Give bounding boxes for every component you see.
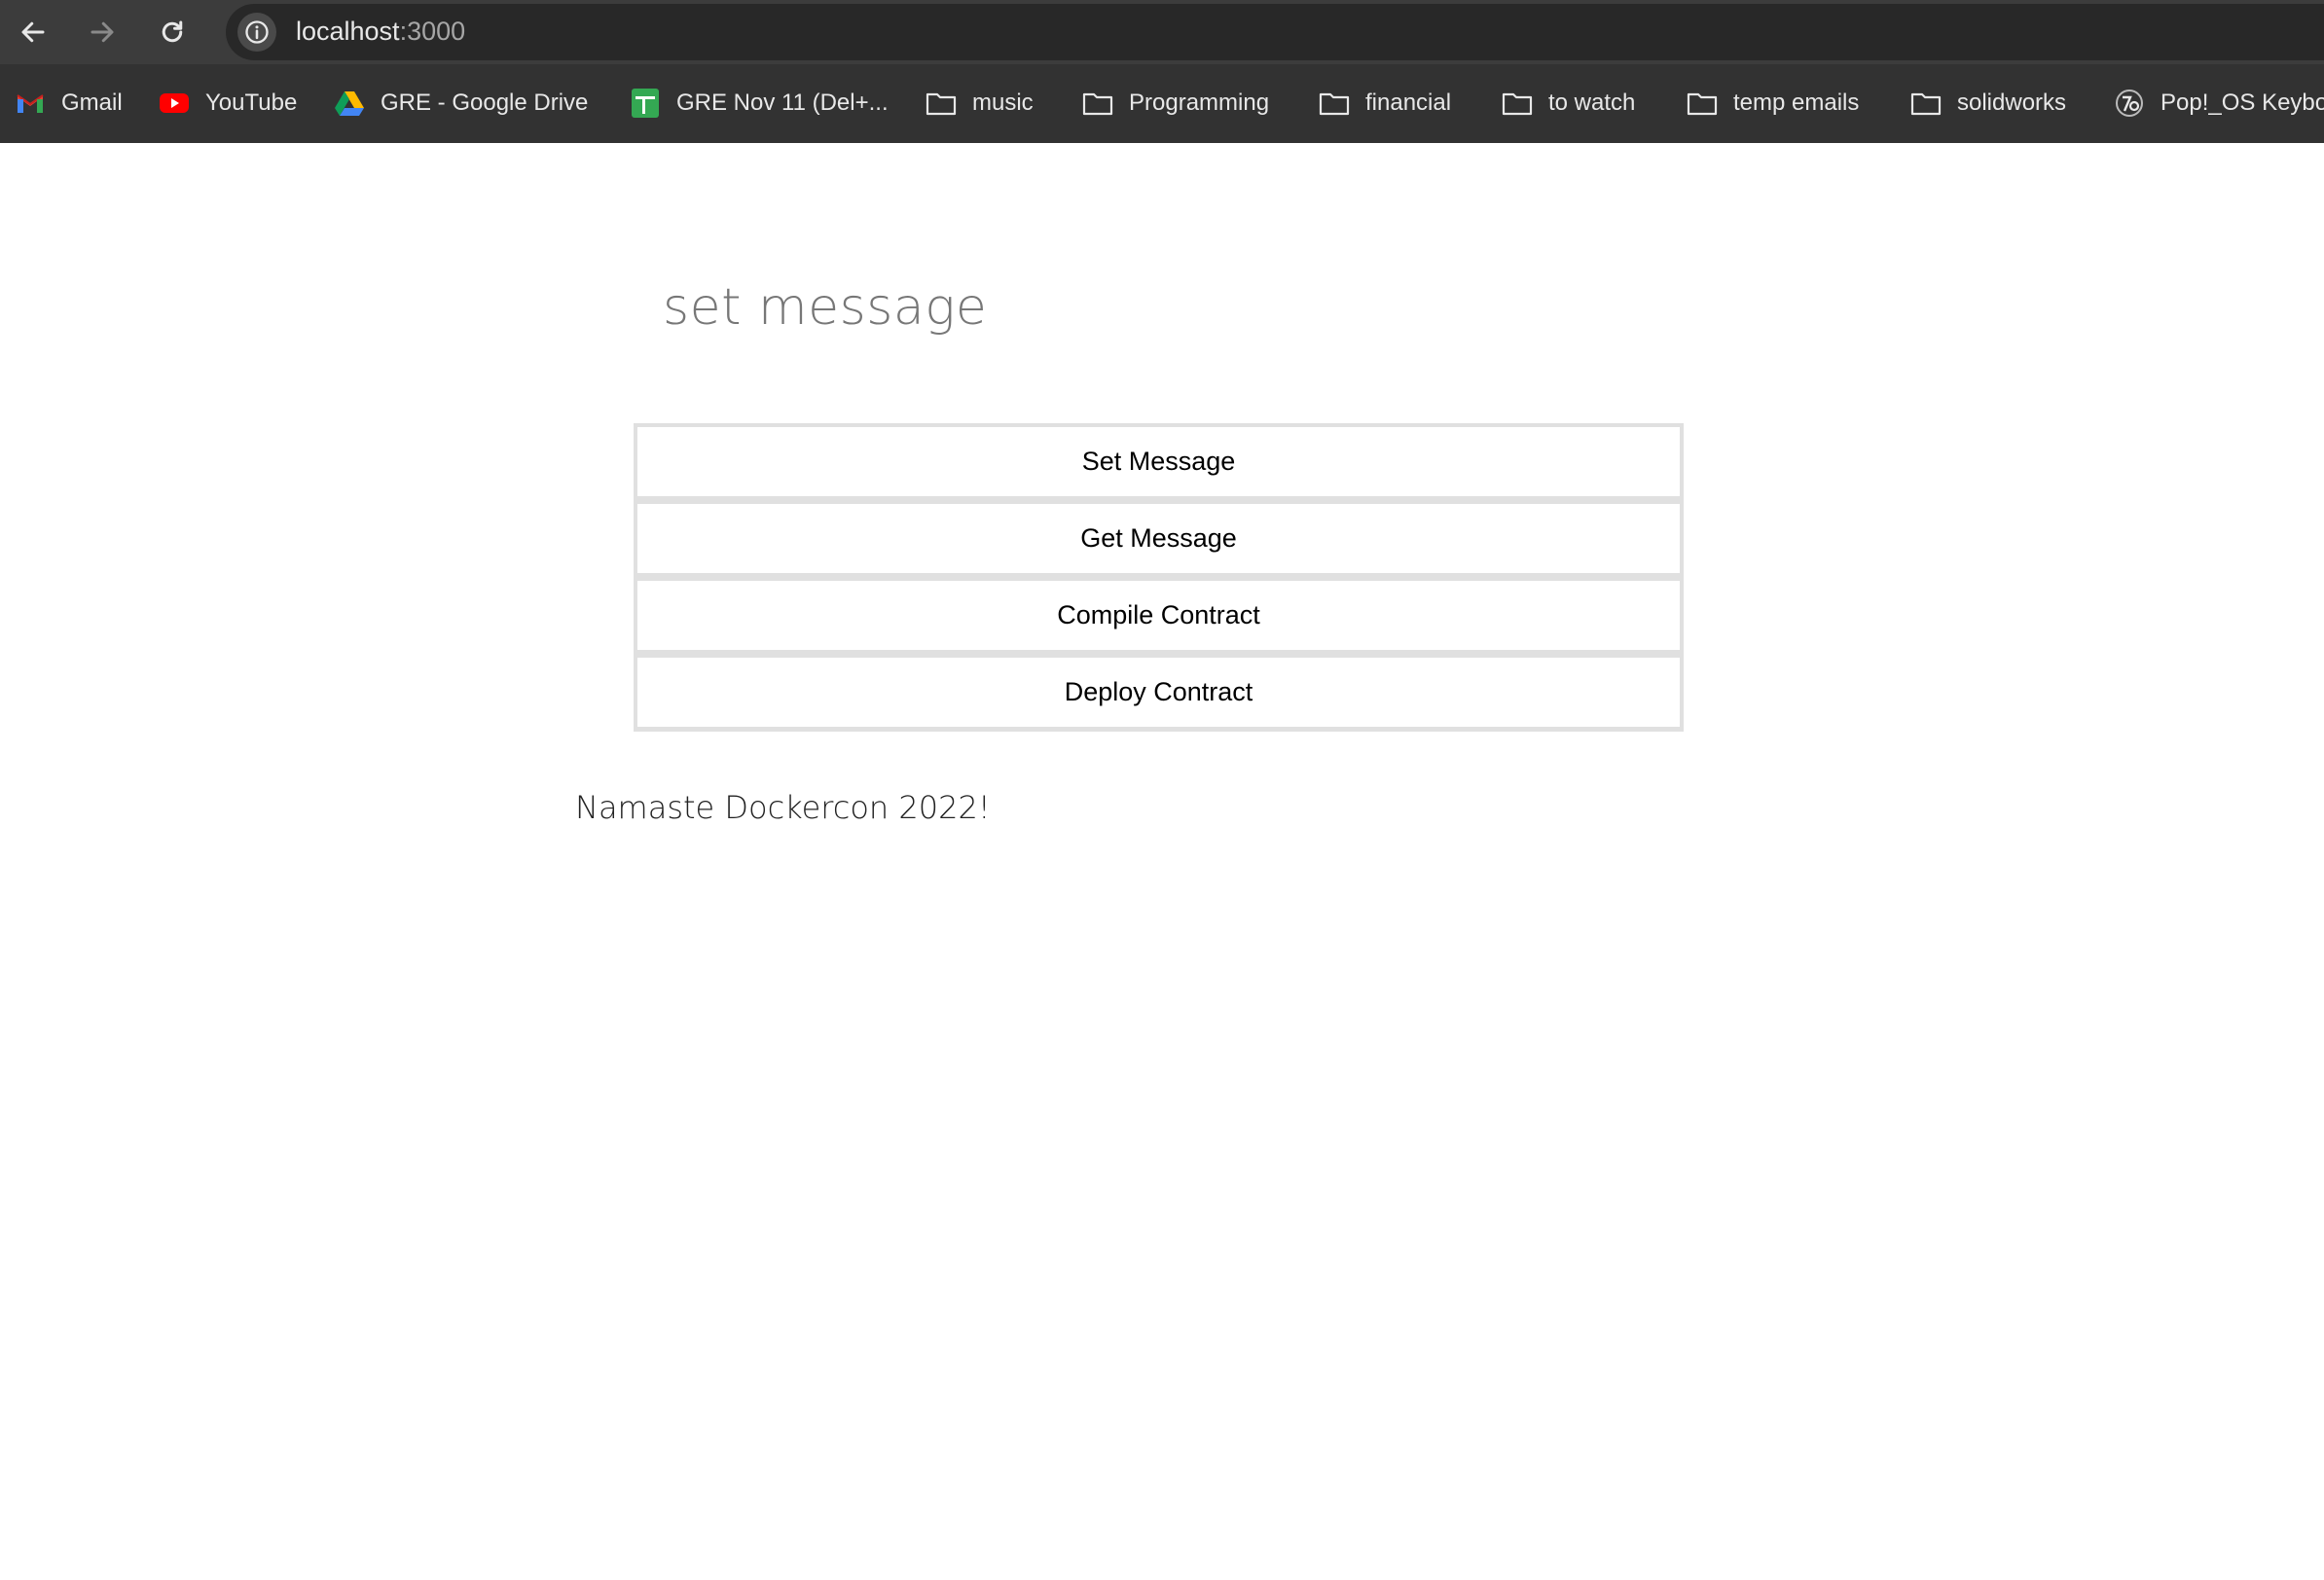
arrow-left-icon: [21, 21, 45, 43]
bookmark-programming[interactable]: Programming: [1082, 86, 1269, 121]
bookmark-label: temp emails: [1733, 90, 1860, 116]
bookmark-gre-nov-11[interactable]: GRE Nov 11 (Del+...: [630, 86, 889, 121]
url-host: localhost: [296, 17, 400, 46]
bookmark-label: music: [972, 90, 1034, 116]
bookmark-label: solidworks: [1957, 90, 2067, 116]
url-port: :3000: [399, 17, 466, 46]
google-drive-icon: [334, 88, 365, 119]
youtube-icon: [159, 88, 190, 119]
folder-icon: [1319, 88, 1350, 119]
bookmark-label: Gmail: [61, 90, 123, 116]
bookmark-gmail[interactable]: Gmail: [15, 86, 123, 121]
bookmark-youtube[interactable]: YouTube: [159, 86, 297, 121]
reload-button[interactable]: [154, 14, 191, 51]
reload-icon: [162, 20, 183, 43]
folder-icon: [926, 88, 957, 119]
url-text[interactable]: localhost:3000: [296, 17, 465, 47]
get-message-button[interactable]: Get Message: [637, 504, 1680, 573]
gmail-icon: [15, 88, 46, 119]
bookmark-label: Pop!_OS Keybo: [2161, 90, 2324, 116]
bookmark-to-watch[interactable]: to watch: [1502, 86, 1635, 121]
folder-icon: [1082, 88, 1113, 119]
google-sheets-icon: [630, 88, 661, 119]
bookmark-pop-os-keyboard[interactable]: Pop!_OS Keybo: [2114, 86, 2324, 121]
pop-os-icon: [2114, 88, 2145, 119]
set-message-button[interactable]: Set Message: [637, 427, 1680, 496]
folder-icon: [1687, 88, 1718, 119]
bookmark-gre-google-drive[interactable]: GRE - Google Drive: [334, 86, 588, 121]
back-button[interactable]: [15, 14, 52, 51]
bookmark-solidworks[interactable]: solidworks: [1910, 86, 2066, 121]
deploy-contract-button[interactable]: Deploy Contract: [637, 658, 1680, 727]
bookmark-temp-emails[interactable]: temp emails: [1687, 86, 1859, 121]
bookmark-label: Programming: [1129, 90, 1270, 116]
bookmark-music[interactable]: music: [926, 86, 1034, 121]
bookmark-label: GRE Nov 11 (Del+...: [676, 90, 889, 116]
bookmarks-bar: Gmail YouTube GRE - Google Drive GRE Nov…: [0, 64, 2324, 143]
bookmark-financial[interactable]: financial: [1319, 86, 1451, 121]
bookmark-label: YouTube: [205, 90, 298, 116]
folder-icon: [1502, 88, 1533, 119]
bookmark-label: to watch: [1548, 90, 1636, 116]
compile-contract-button[interactable]: Compile Contract: [637, 581, 1680, 650]
bookmark-label: GRE - Google Drive: [381, 90, 589, 116]
browser-toolbar: localhost:3000: [0, 0, 2324, 64]
message-output: Namaste Dockercon 2022!: [575, 789, 991, 826]
bookmark-label: financial: [1365, 90, 1452, 116]
address-bar[interactable]: localhost:3000: [226, 4, 2324, 60]
arrow-right-icon: [91, 21, 114, 43]
forward-button[interactable]: [84, 14, 121, 51]
button-group: Set Message Get Message Compile Contract…: [634, 423, 1684, 732]
page-title: set message: [663, 278, 988, 337]
site-info-icon[interactable]: [237, 13, 276, 52]
folder-icon: [1910, 88, 1942, 119]
